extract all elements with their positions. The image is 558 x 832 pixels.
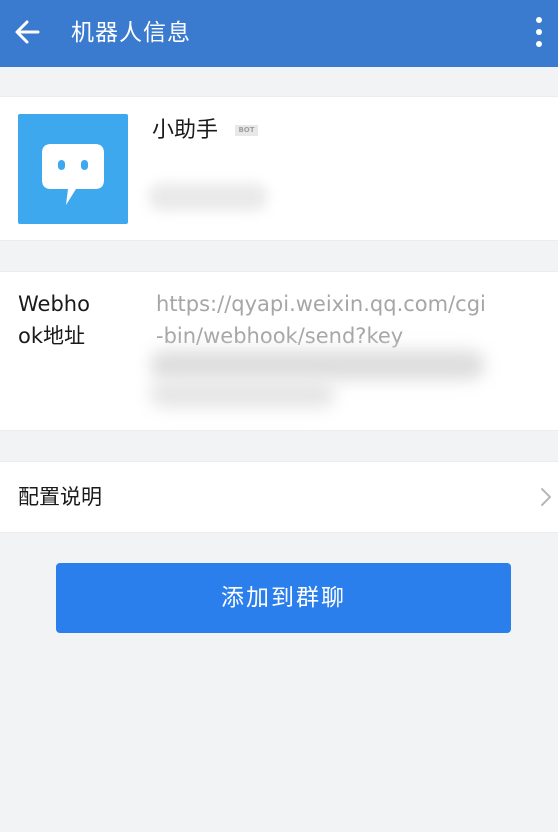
webhook-card: Webhook地址 https://qyapi.weixin.qq.com/cg…	[0, 271, 558, 431]
redacted-url-line	[150, 380, 335, 408]
more-vertical-icon	[536, 17, 542, 47]
chat-bubble-icon	[42, 144, 104, 205]
redacted-text	[148, 183, 268, 211]
config-instructions-row[interactable]: 配置说明	[0, 461, 558, 533]
top-app-bar: 机器人信息	[0, 0, 558, 67]
bot-profile-card: 小助手 BOT	[0, 96, 558, 241]
back-button[interactable]	[12, 16, 44, 48]
webhook-label: Webhook地址	[18, 292, 90, 348]
page-title: 机器人信息	[71, 20, 191, 46]
bot-badge: BOT	[235, 125, 258, 136]
arrow-left-icon	[15, 20, 40, 44]
bot-name: 小助手	[152, 118, 219, 143]
chevron-right-icon	[541, 488, 551, 506]
add-to-group-button[interactable]: 添加到群聊	[56, 563, 511, 633]
bot-avatar	[18, 114, 128, 224]
app-screen: 机器人信息 小助手 BOT Webhook地址 https://qyapi.we…	[0, 0, 558, 832]
webhook-url[interactable]: https://qyapi.weixin.qq.com/cgi-bin/webh…	[156, 288, 486, 352]
config-instructions-label: 配置说明	[18, 485, 102, 509]
more-options-button[interactable]	[530, 14, 548, 52]
redacted-url-line	[150, 350, 485, 380]
